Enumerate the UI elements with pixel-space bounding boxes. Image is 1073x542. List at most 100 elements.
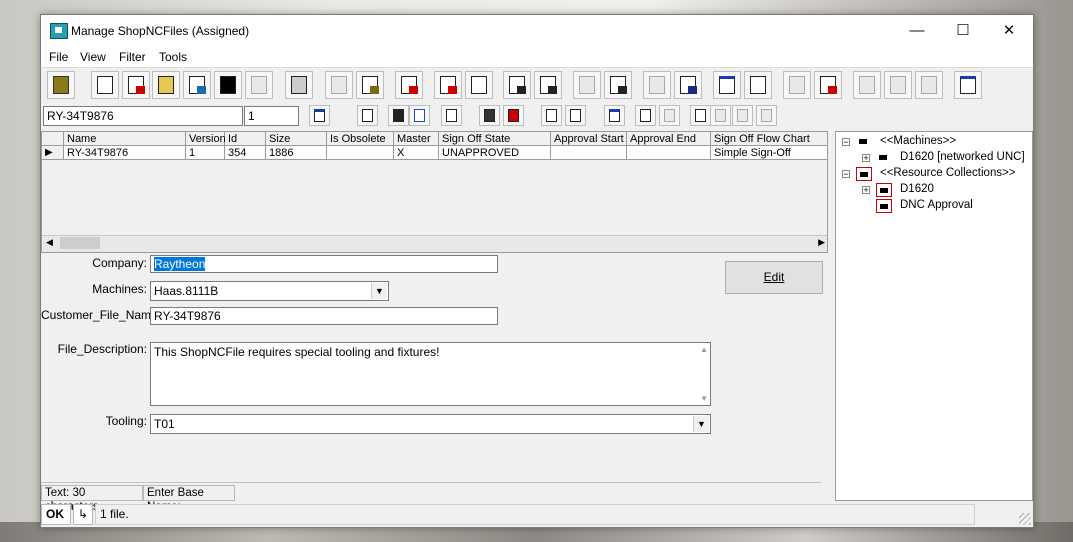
scroll-right-icon[interactable]: ▶ bbox=[818, 237, 825, 248]
group-alt-icon[interactable] bbox=[565, 105, 586, 126]
scroll-up-icon[interactable]: ▲ bbox=[700, 345, 708, 354]
help-file-icon[interactable] bbox=[122, 71, 150, 99]
export-icon[interactable] bbox=[356, 71, 384, 99]
maximize-button[interactable]: ☐ bbox=[940, 15, 986, 47]
col-name[interactable]: Name bbox=[64, 132, 186, 146]
customer-file-field[interactable]: RY-34T9876 bbox=[150, 307, 498, 325]
col-approval-end[interactable]: Approval End bbox=[627, 132, 711, 146]
upload-disabled-icon[interactable] bbox=[573, 71, 601, 99]
horizontal-scrollbar[interactable]: ◀ ▶ bbox=[42, 235, 827, 252]
ok-ok-icon[interactable] bbox=[214, 71, 242, 99]
divider bbox=[41, 482, 821, 483]
import-disabled-icon[interactable] bbox=[325, 71, 353, 99]
print-disabled-icon[interactable] bbox=[245, 71, 273, 99]
table-row-cell[interactable]: 354 bbox=[225, 146, 266, 160]
tree-node-resource-collections[interactable]: <<Resource Collections>> bbox=[880, 167, 1016, 179]
menu-file[interactable]: File bbox=[49, 50, 68, 64]
company-value: Raytheon bbox=[154, 257, 206, 271]
minimize-button[interactable]: — bbox=[894, 15, 940, 47]
pages-icon[interactable] bbox=[744, 71, 772, 99]
tree-node-d1620-unc[interactable]: D1620 [networked UNC] bbox=[900, 151, 1025, 163]
duplicate-icon[interactable] bbox=[441, 105, 462, 126]
col-version[interactable]: Version bbox=[186, 132, 226, 146]
remove-file-icon[interactable] bbox=[604, 71, 632, 99]
chevron-down-icon[interactable]: ▼ bbox=[693, 416, 709, 432]
users-icon[interactable] bbox=[479, 105, 500, 126]
window-icon[interactable] bbox=[604, 105, 625, 126]
window-list-icon[interactable] bbox=[954, 71, 982, 99]
table-row-cell[interactable]: Simple Sign-Off bbox=[711, 146, 827, 160]
company-field[interactable]: Raytheon bbox=[150, 255, 498, 273]
menu-filter[interactable]: Filter bbox=[119, 50, 146, 64]
version-filter-input[interactable]: 1 bbox=[244, 106, 299, 126]
col-sign-off-state[interactable]: Sign Off State bbox=[439, 132, 551, 146]
table-row-cell[interactable] bbox=[551, 146, 627, 160]
cancel-disabled-icon[interactable] bbox=[643, 71, 671, 99]
scroll-left-icon[interactable]: ◀ bbox=[46, 237, 53, 248]
remove-window-disabled-icon[interactable] bbox=[659, 105, 680, 126]
multi-copy-disabled-icon[interactable] bbox=[884, 71, 912, 99]
table-row-cell[interactable] bbox=[627, 146, 711, 160]
add-record-icon[interactable] bbox=[434, 71, 462, 99]
new-file-icon[interactable] bbox=[91, 71, 119, 99]
col-approval-start[interactable]: Approval Start bbox=[551, 132, 627, 146]
col-id[interactable]: Id bbox=[225, 132, 266, 146]
tree-toggle-resources[interactable]: − bbox=[842, 170, 850, 179]
doc-disabled-icon[interactable] bbox=[710, 105, 731, 126]
chevron-down-icon[interactable]: ▼ bbox=[371, 283, 387, 299]
company-label: Company: bbox=[92, 256, 147, 270]
merge-disabled-icon[interactable] bbox=[783, 71, 811, 99]
scroll-thumb[interactable] bbox=[60, 237, 100, 249]
table-row-cell[interactable] bbox=[327, 146, 394, 160]
resize-grip-icon[interactable] bbox=[1019, 513, 1031, 525]
group-icon[interactable] bbox=[541, 105, 562, 126]
edit-button[interactable]: Edit bbox=[725, 261, 823, 294]
add-window-icon[interactable] bbox=[635, 105, 656, 126]
send-mail-icon[interactable] bbox=[395, 71, 423, 99]
download-delete-icon[interactable] bbox=[503, 71, 531, 99]
tree-node-d1620[interactable]: D1620 bbox=[900, 183, 934, 195]
tree-download-icon[interactable] bbox=[814, 71, 842, 99]
machine-blue-icon[interactable] bbox=[409, 105, 430, 126]
transfer-disabled-icon[interactable] bbox=[915, 71, 943, 99]
doc-add-disabled-icon[interactable] bbox=[732, 105, 753, 126]
checklist-icon[interactable] bbox=[183, 71, 211, 99]
download-check-icon[interactable] bbox=[534, 71, 562, 99]
copy-disabled-icon[interactable] bbox=[853, 71, 881, 99]
exit-door-icon[interactable] bbox=[47, 71, 75, 99]
tooling-select[interactable]: T01 ▼ bbox=[150, 414, 711, 434]
doc-copy-disabled-icon[interactable] bbox=[756, 105, 777, 126]
users-red-icon[interactable] bbox=[503, 105, 524, 126]
col-is-obsolete[interactable]: Is Obsolete bbox=[327, 132, 394, 146]
open-folder-icon[interactable] bbox=[152, 71, 180, 99]
copy-record-icon[interactable] bbox=[465, 71, 493, 99]
tree-node-dnc-approval[interactable]: DNC Approval bbox=[900, 199, 973, 211]
printer-icon[interactable] bbox=[285, 71, 313, 99]
scroll-down-icon[interactable]: ▼ bbox=[700, 394, 708, 403]
table-row-cell[interactable]: X bbox=[394, 146, 439, 160]
col-sign-off-flow-chart[interactable]: Sign Off Flow Chart bbox=[711, 132, 827, 146]
tree-node-machines[interactable]: <<Machines>> bbox=[880, 135, 956, 147]
table-row-cell[interactable]: 1 bbox=[186, 146, 225, 160]
table-row-cell[interactable]: UNAPPROVED bbox=[439, 146, 551, 160]
flag-doc-icon[interactable] bbox=[690, 105, 711, 126]
delete-x-icon[interactable] bbox=[674, 71, 702, 99]
menu-view[interactable]: View bbox=[80, 50, 106, 64]
row-indicator[interactable]: ▶ bbox=[42, 146, 64, 160]
table-row-cell[interactable]: 1886 bbox=[266, 146, 327, 160]
col-master[interactable]: Master bbox=[394, 132, 439, 146]
col-size[interactable]: Size bbox=[266, 132, 327, 146]
hierarchy-icon[interactable] bbox=[357, 105, 378, 126]
close-button[interactable]: ✕ bbox=[986, 15, 1032, 47]
menu-tools[interactable]: Tools bbox=[159, 50, 187, 64]
name-filter-input[interactable]: RY-34T9876 bbox=[43, 106, 243, 126]
table-row-cell[interactable]: RY-34T9876 bbox=[64, 146, 186, 160]
calendar-icon[interactable] bbox=[309, 105, 330, 126]
machine-icon[interactable] bbox=[388, 105, 409, 126]
tree-toggle-d1620[interactable]: + bbox=[862, 186, 870, 195]
machines-select[interactable]: Haas.8111B ▼ bbox=[150, 281, 389, 301]
tree-toggle-machines[interactable]: − bbox=[842, 138, 850, 147]
page-icon[interactable] bbox=[713, 71, 741, 99]
tree-toggle-d1620-unc[interactable]: + bbox=[862, 154, 870, 163]
description-textarea[interactable]: This ShopNCFile requires special tooling… bbox=[150, 342, 711, 406]
